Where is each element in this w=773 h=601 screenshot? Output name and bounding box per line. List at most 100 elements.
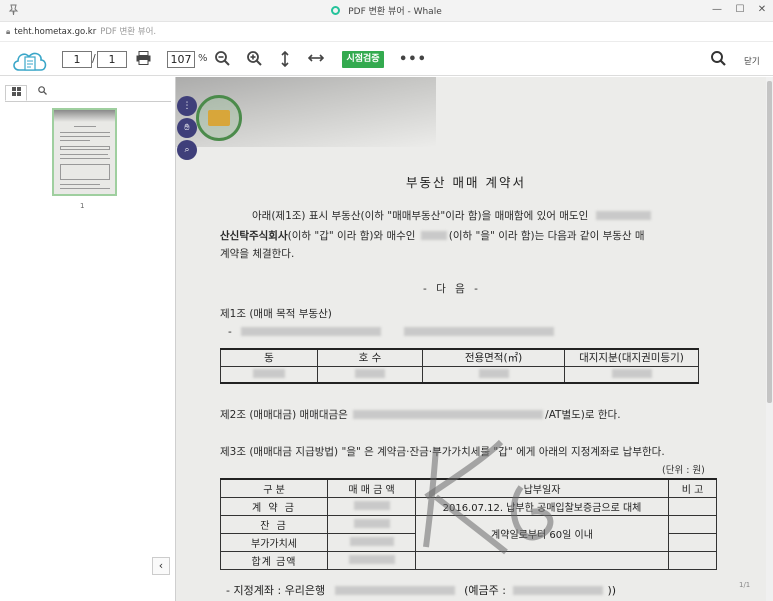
account-holder-label: (예금주 : bbox=[464, 584, 506, 597]
address-host: teht.hometax.go.kr bbox=[14, 27, 97, 37]
redacted-text bbox=[349, 536, 394, 546]
property-cell bbox=[317, 365, 423, 384]
zoom-input[interactable]: 107 bbox=[167, 51, 195, 68]
redacted-text bbox=[513, 586, 604, 595]
thumbnail-line bbox=[60, 136, 110, 137]
close-viewer-button[interactable]: 닫기 bbox=[744, 55, 760, 67]
redacted-text bbox=[611, 369, 652, 379]
verify-button[interactable]: 시점검증 bbox=[342, 51, 384, 68]
payment-row-label: 계 약 금 bbox=[220, 496, 328, 516]
total-pages-display: 1 bbox=[97, 51, 127, 68]
current-page-input[interactable]: 1 bbox=[62, 51, 92, 68]
fit-height-icon[interactable] bbox=[276, 50, 294, 69]
thumbnail-line bbox=[60, 188, 110, 189]
address-page-title: PDF 변환 뷰어. bbox=[100, 27, 157, 37]
lock-icon: 🔒︎ bbox=[6, 27, 11, 36]
payment-amount-cell bbox=[327, 532, 416, 552]
payment-remarks-cell bbox=[668, 550, 717, 570]
redacted-text bbox=[595, 211, 651, 220]
more-options-icon[interactable]: ••• bbox=[399, 51, 426, 69]
hand-tool-icon[interactable]: ✋︎ bbox=[177, 118, 197, 138]
payment-amount-cell bbox=[327, 496, 416, 516]
payment-header-amount: 매 매 금 액 bbox=[327, 478, 416, 498]
print-icon[interactable] bbox=[134, 51, 152, 69]
redacted-text bbox=[420, 231, 447, 240]
payment-remarks-cell bbox=[668, 496, 717, 516]
article-2-tail: /AT별도)로 한다. bbox=[545, 409, 621, 421]
window-title-wrap: PDF 변환 뷰어 - Whale bbox=[0, 4, 773, 17]
thumbnail-line bbox=[60, 154, 108, 155]
thumbnail-table bbox=[60, 164, 110, 180]
payment-header-remarks: 비 고 bbox=[668, 478, 717, 498]
section-heading-da-eum: - 다 음 - bbox=[423, 283, 481, 295]
thumbnail-line bbox=[60, 132, 110, 133]
zoom-in-icon[interactable] bbox=[245, 51, 263, 69]
payment-amount-cell bbox=[327, 550, 416, 570]
article-2-text: 제2조 (매매대금) 매매대금은 bbox=[220, 409, 348, 421]
thumbnail-page-number: 1 bbox=[80, 202, 85, 210]
redacted-text bbox=[353, 410, 544, 419]
page-thumbnail[interactable] bbox=[52, 108, 117, 196]
sidebar-search-icon[interactable] bbox=[31, 85, 53, 101]
search-icon[interactable] bbox=[709, 51, 727, 69]
redacted-text bbox=[348, 554, 395, 564]
zoom-out-icon[interactable] bbox=[213, 51, 231, 69]
redacted-text bbox=[353, 500, 390, 510]
property-table: 동 호 수 전용면적(㎡) 대지지분(대지권미등기) bbox=[220, 348, 699, 384]
thumbnail-line bbox=[60, 184, 100, 185]
article-2-line: 제2조 (매매대금) 매매대금은 /AT별도)로 한다. bbox=[220, 407, 621, 422]
redacted-text bbox=[334, 586, 455, 595]
collapse-sidebar-button[interactable]: ‹ bbox=[152, 557, 170, 575]
designated-account-line: - 지정계좌 : 우리은행 (예금주 : )) bbox=[226, 582, 616, 598]
payment-row-label: 합계 금액 bbox=[220, 550, 328, 570]
redacted-text bbox=[253, 369, 285, 379]
maximize-icon[interactable]: ☐ bbox=[729, 1, 751, 19]
address-bar: 🔒︎ teht.hometax.go.kr PDF 변환 뷰어. bbox=[0, 22, 773, 42]
intro-line-2-text: (이하 "갑" 이라 함)와 매수인 bbox=[287, 230, 416, 242]
info-icon[interactable]: ⋮ bbox=[177, 96, 197, 116]
vertical-scrollbar[interactable] bbox=[766, 77, 773, 601]
payment-row-label: 부가가치세 bbox=[220, 532, 328, 552]
thumbnails-tab-icon[interactable] bbox=[5, 85, 27, 101]
thumbnail-line bbox=[60, 158, 110, 159]
official-seal-image bbox=[196, 95, 242, 141]
chevron-left-icon: ‹ bbox=[158, 559, 164, 572]
intro-line-1: 아래(제1조) 표시 부동산(이하 "매매부동산"이라 함)을 매매함에 있어 … bbox=[252, 208, 651, 223]
payment-remarks-cell bbox=[668, 532, 717, 552]
account-closing: )) bbox=[607, 584, 617, 597]
table-row bbox=[220, 365, 699, 384]
payment-remarks-cell bbox=[668, 514, 717, 534]
redacted-text bbox=[355, 369, 385, 379]
handwritten-signature-image bbox=[423, 439, 554, 555]
account-bank-label: - 지정계좌 : 우리은행 bbox=[226, 584, 326, 597]
page-separator: / bbox=[92, 52, 96, 65]
property-header-area: 전용면적(㎡) bbox=[422, 348, 565, 367]
whale-logo-icon bbox=[331, 6, 341, 15]
document-page: ⋮ ✋︎ ⌕ 부동산 매매 계약서 아래(제1조) 표시 부동산(이하 "매매부… bbox=[176, 77, 766, 601]
redacted-text bbox=[241, 327, 382, 336]
window-titlebar: PDF 변환 뷰어 - Whale — ☐ ✕ bbox=[0, 0, 773, 22]
close-icon[interactable]: ✕ bbox=[751, 1, 773, 19]
payment-amount-cell bbox=[327, 514, 416, 534]
payment-row-label: 잔 금 bbox=[220, 514, 328, 534]
document-viewer[interactable]: ⋮ ✋︎ ⌕ 부동산 매매 계약서 아래(제1조) 표시 부동산(이하 "매매부… bbox=[176, 77, 766, 601]
thumbnail-table bbox=[60, 146, 110, 150]
fit-width-icon[interactable] bbox=[307, 51, 325, 69]
redacted-text bbox=[353, 518, 390, 528]
property-cell bbox=[220, 365, 318, 384]
cloud-document-icon[interactable] bbox=[10, 46, 48, 76]
page-indicator: 1/1 bbox=[739, 581, 751, 589]
intro-line-2-tail: (이하 "을" 이라 함)는 다음과 같이 부동산 매 bbox=[448, 230, 645, 242]
article-1-dash: - bbox=[228, 326, 232, 338]
zoom-area-icon[interactable]: ⌕ bbox=[177, 140, 197, 160]
scrollbar-thumb[interactable] bbox=[767, 81, 772, 403]
thumbnail-sidebar: 1 ‹ bbox=[0, 77, 176, 601]
intro-line-1-text: 아래(제1조) 표시 부동산(이하 "매매부동산"이라 함)을 매매함에 있어 … bbox=[252, 210, 589, 222]
minimize-icon[interactable]: — bbox=[706, 1, 728, 19]
seal-stamp-center bbox=[208, 110, 230, 126]
property-header-land-share: 대지지분(대지권미등기) bbox=[564, 348, 699, 367]
window-title: PDF 변환 뷰어 - Whale bbox=[348, 7, 442, 17]
thumbnail-shade bbox=[54, 110, 115, 122]
payment-header-category: 구 분 bbox=[220, 478, 328, 498]
unit-label: (단위 : 원) bbox=[662, 465, 705, 476]
